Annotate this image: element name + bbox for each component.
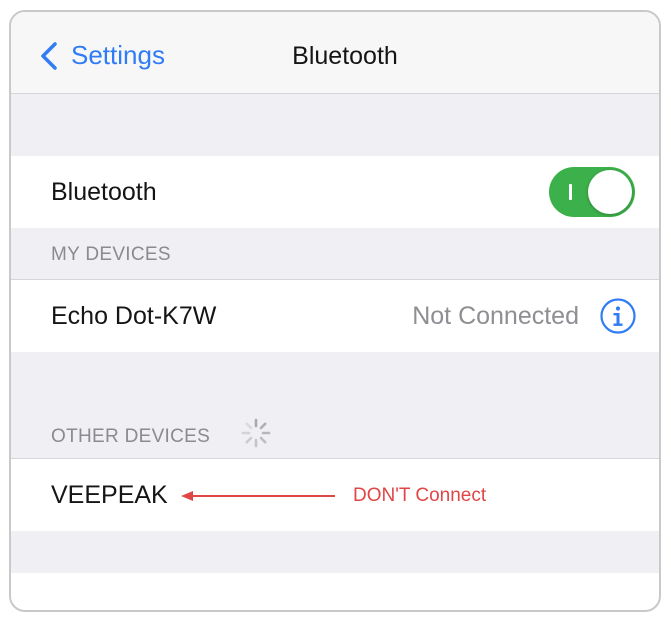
- bluetooth-toggle-label: Bluetooth: [51, 178, 157, 206]
- section-spacer: [11, 94, 659, 156]
- switch-on-indicator: [569, 184, 572, 200]
- navigation-bar: Settings Bluetooth: [11, 12, 659, 94]
- info-icon[interactable]: [599, 297, 637, 335]
- loading-spinner-icon: [241, 418, 271, 448]
- device-status: Not Connected: [412, 302, 579, 330]
- bluetooth-toggle-row: Bluetooth: [11, 156, 659, 228]
- bluetooth-switch[interactable]: [549, 167, 635, 217]
- my-devices-header: MY DEVICES: [51, 244, 171, 265]
- switch-knob: [588, 170, 632, 214]
- phone-screen-frame: Settings Bluetooth Bluetooth MY DEVICES …: [9, 10, 661, 612]
- device-row-veepeak[interactable]: VEEPEAK DON'T Connect: [11, 459, 659, 531]
- device-row-echo-dot[interactable]: Echo Dot-K7W Not Connected: [11, 280, 659, 352]
- page-title: Bluetooth: [292, 42, 398, 70]
- other-devices-header: OTHER DEVICES: [51, 426, 211, 447]
- section-spacer: [11, 531, 659, 573]
- device-name: VEEPEAK: [51, 481, 168, 509]
- my-devices-section: MY DEVICES: [11, 228, 659, 280]
- annotation-arrow: [181, 491, 335, 501]
- other-devices-section: OTHER DEVICES: [11, 352, 659, 459]
- device-name: Echo Dot-K7W: [51, 302, 217, 330]
- annotation-text: DON'T Connect: [353, 485, 487, 506]
